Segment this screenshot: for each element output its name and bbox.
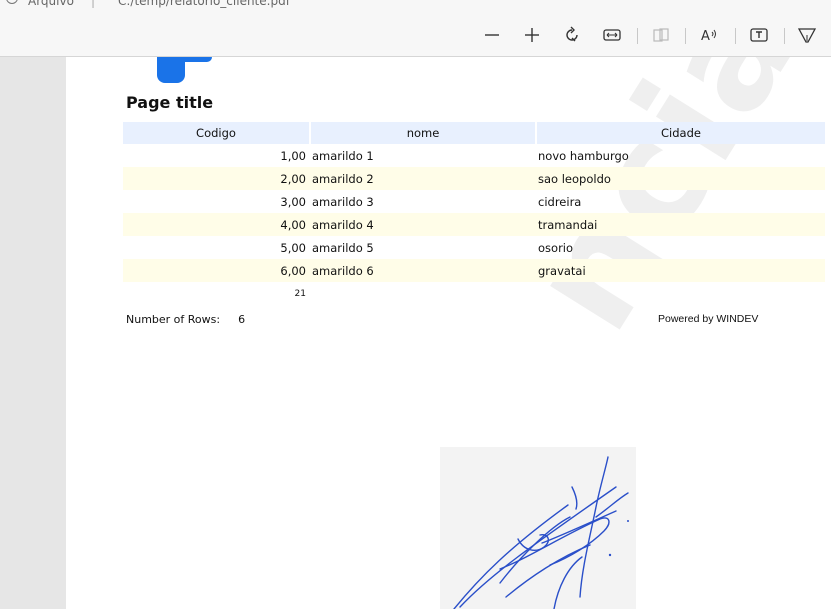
cell-cidade: cidreira bbox=[538, 194, 582, 209]
pdf-toolbar: A bbox=[0, 12, 831, 57]
cell-codigo: 6,00 bbox=[123, 259, 309, 282]
cell-codigo: 3,00 bbox=[280, 194, 306, 209]
cell-codigo: 4,00 bbox=[123, 213, 309, 236]
row-count: Number of Rows: 6 bbox=[126, 313, 245, 326]
page-view-icon[interactable] bbox=[650, 24, 672, 46]
page-title: Page title bbox=[126, 93, 214, 112]
signature-drawing bbox=[453, 456, 629, 609]
read-aloud-icon[interactable]: A bbox=[699, 24, 721, 46]
draw-icon[interactable] bbox=[796, 24, 818, 46]
toolbar-separator bbox=[784, 28, 785, 44]
cell-cidade: gravatai bbox=[535, 259, 825, 282]
table-row: 4,00 amarildo 4 tramandai bbox=[123, 213, 825, 236]
report-logo-tab bbox=[182, 57, 212, 62]
cell-nome: amarildo 2 bbox=[309, 167, 535, 190]
column-header-nome: nome bbox=[309, 122, 535, 144]
toolbar-separator bbox=[735, 28, 736, 44]
address-separator: | bbox=[91, 0, 96, 8]
total-empty bbox=[309, 282, 535, 305]
cell-cidade: osorio bbox=[538, 240, 574, 255]
svg-text:A: A bbox=[701, 29, 710, 43]
cell-nome: amarildo 4 bbox=[309, 213, 535, 236]
fit-width-icon[interactable] bbox=[601, 24, 623, 46]
address-path[interactable]: C:/temp/relatorio_cliente.pdf bbox=[118, 0, 290, 8]
table-row: 6,00 amarildo 6 gravatai bbox=[123, 259, 825, 282]
cell-codigo: 2,00 bbox=[123, 167, 309, 190]
address-bar: Arquivo | C:/temp/relatorio_cliente.pdf bbox=[0, 0, 831, 12]
zoom-out-icon[interactable] bbox=[481, 24, 503, 46]
table-row: 5,00 amarildo 5 osorio bbox=[123, 236, 825, 259]
left-gutter bbox=[0, 57, 66, 609]
total-empty bbox=[535, 282, 825, 305]
table-row: 3,00 amarildo 3 cidreira bbox=[123, 190, 825, 213]
table-row: 2,00 amarildo 2 sao leopoldo bbox=[123, 167, 825, 190]
info-icon[interactable] bbox=[6, 0, 18, 4]
pdf-page: ncial Page title Codigo nome Cidade 1,00… bbox=[66, 57, 831, 609]
cell-cidade: novo hamburgo bbox=[538, 148, 629, 163]
table-row: 1,00 amarildo 1 novo hamburgo bbox=[123, 144, 825, 167]
zoom-in-icon[interactable] bbox=[521, 24, 543, 46]
cell-cidade: sao leopoldo bbox=[535, 167, 825, 190]
cell-codigo: 1,00 bbox=[280, 148, 306, 163]
cell-nome: amarildo 1 bbox=[312, 148, 374, 163]
cell-nome: amarildo 3 bbox=[312, 194, 374, 209]
rotate-icon[interactable] bbox=[561, 24, 583, 46]
report-table: Codigo nome Cidade 1,00 amarildo 1 novo … bbox=[123, 122, 825, 305]
text-icon[interactable] bbox=[748, 24, 770, 46]
cell-codigo: 5,00 bbox=[280, 240, 306, 255]
column-header-codigo: Codigo bbox=[123, 122, 309, 144]
toolbar-separator bbox=[637, 28, 638, 44]
total-codigo: 21 bbox=[294, 288, 306, 299]
cell-nome: amarildo 5 bbox=[312, 240, 374, 255]
column-header-cidade: Cidade bbox=[535, 122, 825, 144]
row-count-value: 6 bbox=[238, 313, 246, 326]
cell-cidade: tramandai bbox=[535, 213, 825, 236]
table-header-row: Codigo nome Cidade bbox=[123, 122, 825, 144]
toolbar-separator bbox=[685, 28, 686, 44]
report-logo bbox=[157, 57, 185, 83]
cell-nome: amarildo 6 bbox=[309, 259, 535, 282]
signature-image bbox=[440, 447, 636, 609]
powered-by: Powered by WINDEV bbox=[658, 313, 759, 325]
row-count-label: Number of Rows: bbox=[126, 313, 221, 326]
address-label: Arquivo bbox=[28, 0, 74, 8]
table-total-row: 21 bbox=[123, 282, 825, 305]
